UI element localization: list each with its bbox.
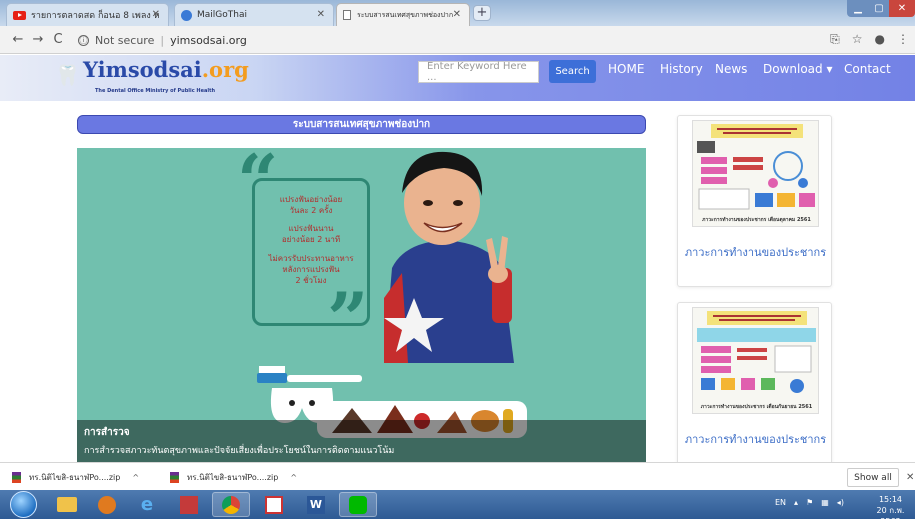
app-icon[interactable] xyxy=(170,492,208,517)
close-icon[interactable]: ✕ xyxy=(317,9,325,20)
nav-home[interactable]: HOME xyxy=(608,62,644,76)
internet-explorer-icon[interactable]: e xyxy=(128,492,166,517)
forward-icon[interactable]: → xyxy=(28,32,48,47)
language-indicator[interactable]: EN xyxy=(775,498,786,507)
tab-label: MailGoThai xyxy=(197,10,247,20)
start-button[interactable] xyxy=(10,491,37,518)
browser-tab-strip: รายการตลาดสด ก็อนอ 8 เพลง หน้า ✕ MailGoT… xyxy=(0,0,915,26)
tip-line: แปรงฟันอย่างน้อย xyxy=(279,195,343,204)
tab-youtube[interactable]: รายการตลาดสด ก็อนอ 8 เพลง หน้า ✕ xyxy=(6,3,169,26)
word-icon[interactable]: W xyxy=(297,492,335,517)
banner-slide[interactable]: “ ” แปรงฟันอย่างน้อย วันละ 2 ครั้ง แปรงฟ… xyxy=(77,148,646,462)
nav-history[interactable]: History xyxy=(660,62,703,76)
nav-news[interactable]: News xyxy=(715,62,747,76)
infographic-thumbnail xyxy=(697,311,816,393)
file-explorer-icon[interactable] xyxy=(48,492,86,517)
tip-line: 2 ชั่วโมง xyxy=(295,276,327,285)
tip-line: อย่างน้อย 2 นาที xyxy=(281,235,341,244)
menu-icon[interactable]: ⋮ xyxy=(897,32,909,47)
url-separator: | xyxy=(160,33,165,47)
new-tab-button[interactable]: + xyxy=(473,5,491,21)
card-thumbnail[interactable]: ภาวะการทำงานของประชากร เดือนตุลาคม 2561 xyxy=(692,120,819,227)
card-title[interactable]: ภาวะการทำงานของประชากร xyxy=(678,246,833,260)
tab-label: ระบบสารสนเทศสุขภาพช่องปาก xyxy=(357,10,454,19)
address-bar: ← → C ⓘ Not secure | yimsodsai.org ⎘ ☆ ●… xyxy=(0,26,915,54)
banner-caption: การสำรวจ การสำรวจสภาวะทันตสุขภาพและปัจจั… xyxy=(77,420,646,462)
zip-file-icon xyxy=(12,472,21,483)
system-tray: EN ▴ ⚑ ▦ ◂) xyxy=(775,498,844,507)
line-icon[interactable] xyxy=(339,492,377,517)
clock-date: 20 ก.พ. 2562 xyxy=(876,506,905,519)
tab-mailgothai[interactable]: MailGoThai ✕ xyxy=(174,3,334,26)
search-button[interactable]: Search xyxy=(549,60,596,83)
close-icon[interactable]: ✕ xyxy=(152,9,160,20)
child-photo xyxy=(384,151,514,363)
caption-text: การสำรวจสภาวะทันตสุขภาพและปัจจัยเสี่ยงเพ… xyxy=(84,446,395,456)
download-bar: ทร.นิติไขสิ-ธนาฬPo....zip ^ ทร.นิติไขสิ-… xyxy=(0,462,915,490)
tray-expand-icon[interactable]: ▴ xyxy=(794,498,798,507)
infographic-thumbnail xyxy=(697,124,815,210)
logo-text: Yimsodsai xyxy=(83,57,202,82)
close-icon[interactable]: ✕ xyxy=(453,9,461,20)
thumbnail-caption: ภาวะการทำงานของประชากร เดือนกันยายน 2561 xyxy=(700,404,813,410)
clock-time: 15:14 xyxy=(878,495,903,504)
tab-label: รายการตลาดสด ก็อนอ 8 เพลง หน้า xyxy=(31,11,159,21)
site-header: 🦷 Yimsodsai.org The Dental Office Minist… xyxy=(0,55,915,101)
download-item[interactable]: ทร.นิติไขสิ-ธนาฬPo....zip ^ xyxy=(170,471,297,484)
chevron-up-icon[interactable]: ^ xyxy=(290,473,297,482)
mailgothai-icon xyxy=(181,9,192,21)
volume-icon[interactable]: ◂) xyxy=(837,498,844,507)
tip-line: ไม่ควรรับประทานอาหาร xyxy=(268,254,354,263)
back-icon[interactable]: ← xyxy=(8,32,28,47)
site-logo[interactable]: 🦷 Yimsodsai.org The Dental Office Minist… xyxy=(55,57,249,99)
close-icon[interactable]: ✕ xyxy=(906,472,914,483)
translate-icon[interactable]: ⎘ xyxy=(830,32,840,47)
download-filename: ทร.นิติไขสิ-ธนาฬPo....zip xyxy=(29,473,121,482)
section-title: ระบบสารสนเทศสุขภาพช่องปาก xyxy=(77,115,646,134)
thumbnail-caption: ภาวะการทำงานของประชากร เดือนตุลาคม 2561 xyxy=(702,217,811,223)
card-title[interactable]: ภาวะการทำงานของประชากร xyxy=(678,433,833,447)
url-text: yimsodsai.org xyxy=(170,33,247,47)
nav-contact[interactable]: Contact xyxy=(844,62,891,76)
maximize-button[interactable]: ▢ xyxy=(869,0,889,17)
profile-icon[interactable]: ● xyxy=(875,32,885,47)
download-filename: ทร.นิติไขสิ-ธนาฬPo....zip xyxy=(187,473,279,482)
search-input[interactable]: Enter Keyword Here ... xyxy=(418,61,539,83)
minimize-button[interactable]: ▁ xyxy=(847,0,869,17)
tab-oral-health[interactable]: ระบบสารสนเทศสุขภาพช่องปาก ✕ xyxy=(336,3,470,26)
caption-title: การสำรวจ xyxy=(84,427,130,438)
info-icon[interactable]: ⓘ xyxy=(78,34,89,46)
tip-line: วันละ 2 ครั้ง xyxy=(289,206,333,215)
tooth-icon: 🦷 xyxy=(55,63,80,87)
chrome-icon[interactable] xyxy=(212,492,250,517)
quote-close-icon: ” xyxy=(327,276,369,361)
sidebar-card[interactable]: ภาวะการทำงานของประชากร เดือนตุลาคม 2561 … xyxy=(677,115,832,287)
url-field[interactable]: ⓘ Not secure | yimsodsai.org xyxy=(78,30,828,50)
document-icon xyxy=(343,10,351,20)
window-close-button[interactable]: ✕ xyxy=(889,0,915,17)
windows-taskbar: e W EN ▴ ⚑ ▦ ◂) 15:14 20 ก.พ. 2562 xyxy=(0,490,915,519)
sidebar-card[interactable]: ภาวะการทำงานของประชากร เดือนกันยายน 2561… xyxy=(677,302,832,467)
chevron-up-icon[interactable]: ^ xyxy=(132,473,139,482)
acrobat-icon[interactable] xyxy=(255,492,293,517)
nav-download[interactable]: Download ▾ xyxy=(763,62,833,76)
tip-line: แปรงฟันนาน xyxy=(288,224,334,233)
network-icon[interactable]: ▦ xyxy=(821,498,829,507)
reload-icon[interactable]: C xyxy=(48,32,68,47)
clock[interactable]: 15:14 20 ก.พ. 2562 xyxy=(866,494,915,519)
card-thumbnail[interactable]: ภาวะการทำงานของประชากร เดือนกันยายน 2561 xyxy=(692,307,819,414)
logo-subtitle: The Dental Office Ministry of Public Hea… xyxy=(95,88,216,94)
media-player-icon[interactable] xyxy=(88,492,126,517)
download-item[interactable]: ทร.นิติไขสิ-ธนาฬPo....zip ^ xyxy=(12,471,139,484)
youtube-icon xyxy=(13,10,26,20)
logo-ext: .org xyxy=(201,57,249,82)
zip-file-icon xyxy=(170,472,179,483)
show-all-button[interactable]: Show all xyxy=(847,468,899,487)
flag-icon[interactable]: ⚑ xyxy=(806,498,813,507)
security-label: Not secure xyxy=(95,33,155,47)
star-icon[interactable]: ☆ xyxy=(852,32,863,47)
tip-line: หลังการแปรงฟัน xyxy=(282,265,340,274)
